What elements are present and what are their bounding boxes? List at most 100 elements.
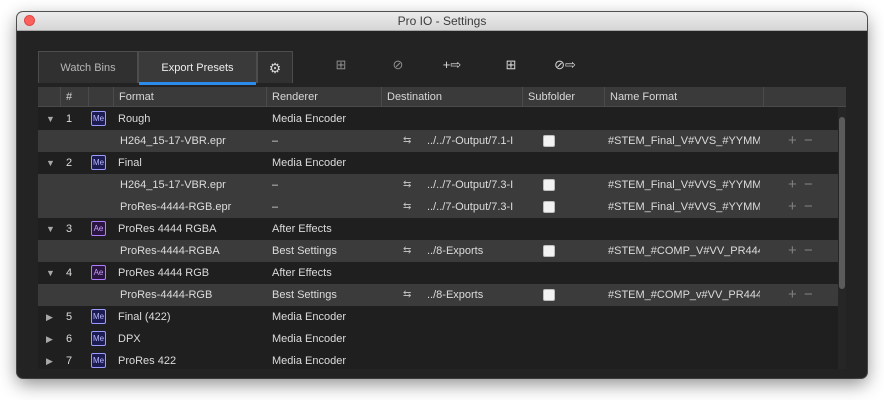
destination-cell[interactable]: ../../7-Output/7.3-I bbox=[427, 174, 521, 196]
format-cell: ProRes 4444 RGBA bbox=[118, 223, 217, 235]
format-cell[interactable]: H264_15-17-VBR.epr bbox=[120, 174, 265, 196]
col-num: # bbox=[60, 87, 88, 107]
name-format-cell[interactable]: #STEM_Final_V#VVS_#YYMM bbox=[608, 174, 760, 196]
renderer-cell[interactable]: – bbox=[272, 130, 278, 152]
table-row[interactable]: ProRes-4444-RGB Best Settings ⇆ ../8-Export… bbox=[38, 284, 846, 306]
destination-cell[interactable]: ../8-Exports bbox=[427, 284, 521, 306]
destination-browse-icon[interactable]: ⇆ bbox=[403, 196, 411, 218]
destination-cell[interactable]: ../8-Exports bbox=[427, 240, 521, 262]
subfolder-checkbox[interactable] bbox=[543, 201, 555, 213]
col-subfolder: Subfolder bbox=[522, 87, 604, 107]
format-cell[interactable]: ProRes-4444-RGBA bbox=[120, 240, 265, 262]
name-format-cell[interactable]: #STEM_Final_V#VVS_#YYMM bbox=[608, 196, 760, 218]
renderer-cell[interactable]: Best Settings bbox=[272, 284, 337, 306]
add-subpreset-icon[interactable]: ⊞ bbox=[499, 57, 523, 73]
format-cell[interactable]: ProRes-4444-RGB bbox=[120, 284, 265, 306]
table-row[interactable]: ▶ 5 Me Final (422) Media Encoder bbox=[38, 306, 846, 328]
expand-toggle-open-icon[interactable]: ▼ bbox=[46, 108, 55, 130]
subfolder-checkbox[interactable] bbox=[543, 135, 555, 147]
renderer-cell[interactable]: – bbox=[272, 196, 278, 218]
add-row-icon[interactable]: + bbox=[788, 240, 797, 262]
col-name-format: Name Format bbox=[604, 87, 763, 107]
row-number: 1 bbox=[66, 113, 73, 125]
format-cell: DPX bbox=[118, 333, 141, 345]
name-format-cell[interactable]: #STEM_#COMP_V#VV_PR444 bbox=[608, 240, 760, 262]
add-row-icon[interactable]: + bbox=[788, 130, 797, 152]
table-row[interactable]: ProRes-4444-RGB.epr – ⇆ ../../7-Output/7.3-… bbox=[38, 196, 846, 218]
row-number: 4 bbox=[66, 267, 73, 279]
expand-toggle-open-icon[interactable]: ▼ bbox=[46, 262, 55, 284]
format-cell: ProRes 4444 RGB bbox=[118, 267, 210, 279]
media-encoder-icon: Me bbox=[91, 331, 106, 346]
renderer-cell: Media Encoder bbox=[272, 157, 346, 169]
format-cell: ProRes 422 bbox=[118, 355, 177, 367]
expand-toggle-closed-icon[interactable]: ▶ bbox=[46, 306, 53, 328]
remove-row-icon[interactable]: − bbox=[804, 130, 813, 152]
media-encoder-icon: Me bbox=[91, 309, 106, 324]
renderer-cell: Media Encoder bbox=[272, 333, 346, 345]
row-number: 6 bbox=[66, 333, 73, 345]
destination-browse-icon[interactable]: ⇆ bbox=[403, 240, 411, 262]
table-row[interactable]: H264_15-17-VBR.epr – ⇆ ../../7-Output/7.3-I… bbox=[38, 174, 846, 196]
add-row-icon[interactable]: + bbox=[788, 196, 797, 218]
tab-export-presets[interactable]: Export Presets bbox=[138, 51, 257, 85]
format-cell[interactable]: ProRes-4444-RGB.epr bbox=[120, 196, 265, 218]
row-number: 7 bbox=[66, 355, 73, 367]
destination-browse-icon[interactable]: ⇆ bbox=[403, 130, 411, 152]
media-encoder-icon: Me bbox=[91, 353, 106, 368]
remove-preset-icon[interactable]: ⊘⇨ bbox=[553, 57, 577, 73]
expand-toggle-closed-icon[interactable]: ▶ bbox=[46, 350, 53, 369]
table-row[interactable]: ▼ 2 Me Final Media Encoder bbox=[38, 152, 846, 174]
title-bar: Pro IO - Settings bbox=[17, 12, 867, 31]
table-row[interactable]: ▼ 3 Ae ProRes 4444 RGBA After Effects bbox=[38, 218, 846, 240]
add-row-icon[interactable]: + bbox=[788, 174, 797, 196]
remove-row-icon[interactable]: − bbox=[804, 240, 813, 262]
remove-folder-icon[interactable]: ⊘ bbox=[386, 57, 410, 73]
add-row-icon[interactable]: + bbox=[788, 284, 797, 306]
remove-row-icon[interactable]: − bbox=[804, 284, 813, 306]
vertical-scrollbar[interactable] bbox=[838, 107, 846, 369]
name-format-cell[interactable]: #STEM_#COMP_v#VV_PR444 bbox=[608, 284, 760, 306]
settings-gear-icon[interactable]: ⚙ bbox=[257, 51, 293, 83]
destination-browse-icon[interactable]: ⇆ bbox=[403, 284, 411, 306]
table-row[interactable]: ProRes-4444-RGBA Best Settings ⇆ ../8-Expor… bbox=[38, 240, 846, 262]
subfolder-checkbox[interactable] bbox=[543, 245, 555, 257]
after-effects-icon: Ae bbox=[91, 221, 106, 236]
table-row[interactable]: H264_15-17-VBR.epr – ⇆ ../../7-Output/7.1-I… bbox=[38, 130, 846, 152]
after-effects-icon: Ae bbox=[91, 265, 106, 280]
table-row[interactable]: ▼ 4 Ae ProRes 4444 RGB After Effects bbox=[38, 262, 846, 284]
subfolder-checkbox[interactable] bbox=[543, 179, 555, 191]
table-row[interactable]: ▶ 7 Me ProRes 422 Media Encoder bbox=[38, 350, 846, 369]
expand-toggle-open-icon[interactable]: ▼ bbox=[46, 152, 55, 174]
renderer-cell[interactable]: – bbox=[272, 174, 278, 196]
add-preset-icon[interactable]: +⇨ bbox=[440, 57, 464, 73]
window-title: Pro IO - Settings bbox=[397, 14, 487, 28]
subfolder-checkbox[interactable] bbox=[543, 289, 555, 301]
table-row[interactable]: ▼ 1 Me Rough Media Encoder bbox=[38, 108, 846, 130]
destination-browse-icon[interactable]: ⇆ bbox=[403, 174, 411, 196]
expand-toggle-open-icon[interactable]: ▼ bbox=[46, 218, 55, 240]
destination-cell[interactable]: ../../7-Output/7.3-I bbox=[427, 196, 521, 218]
remove-row-icon[interactable]: − bbox=[804, 196, 813, 218]
format-cell[interactable]: H264_15-17-VBR.epr bbox=[120, 130, 265, 152]
presets-table: # Format Renderer Destination Subfolder … bbox=[38, 87, 846, 369]
table-row[interactable]: ▶ 6 Me DPX Media Encoder bbox=[38, 328, 846, 350]
col-icon bbox=[88, 87, 113, 107]
media-encoder-icon: Me bbox=[91, 155, 106, 170]
renderer-cell: Media Encoder bbox=[272, 355, 346, 367]
add-folder-icon[interactable]: ⊞ bbox=[329, 57, 353, 73]
destination-cell[interactable]: ../../7-Output/7.1-I bbox=[427, 130, 521, 152]
tab-watch-bins[interactable]: Watch Bins bbox=[38, 51, 138, 83]
scroll-thumb[interactable] bbox=[839, 117, 845, 289]
row-number: 3 bbox=[66, 223, 73, 235]
format-cell: Rough bbox=[118, 113, 151, 125]
name-format-cell[interactable]: #STEM_Final_V#VVS_#YYMM bbox=[608, 130, 760, 152]
renderer-cell[interactable]: Best Settings bbox=[272, 240, 337, 262]
remove-row-icon[interactable]: − bbox=[804, 174, 813, 196]
format-cell: Final bbox=[118, 157, 142, 169]
col-format: Format bbox=[113, 87, 266, 107]
expand-toggle-closed-icon[interactable]: ▶ bbox=[46, 328, 53, 350]
col-renderer: Renderer bbox=[266, 87, 381, 107]
col-actions bbox=[763, 87, 846, 107]
settings-window: Pro IO - Settings Watch Bins Export Pres… bbox=[17, 12, 867, 378]
